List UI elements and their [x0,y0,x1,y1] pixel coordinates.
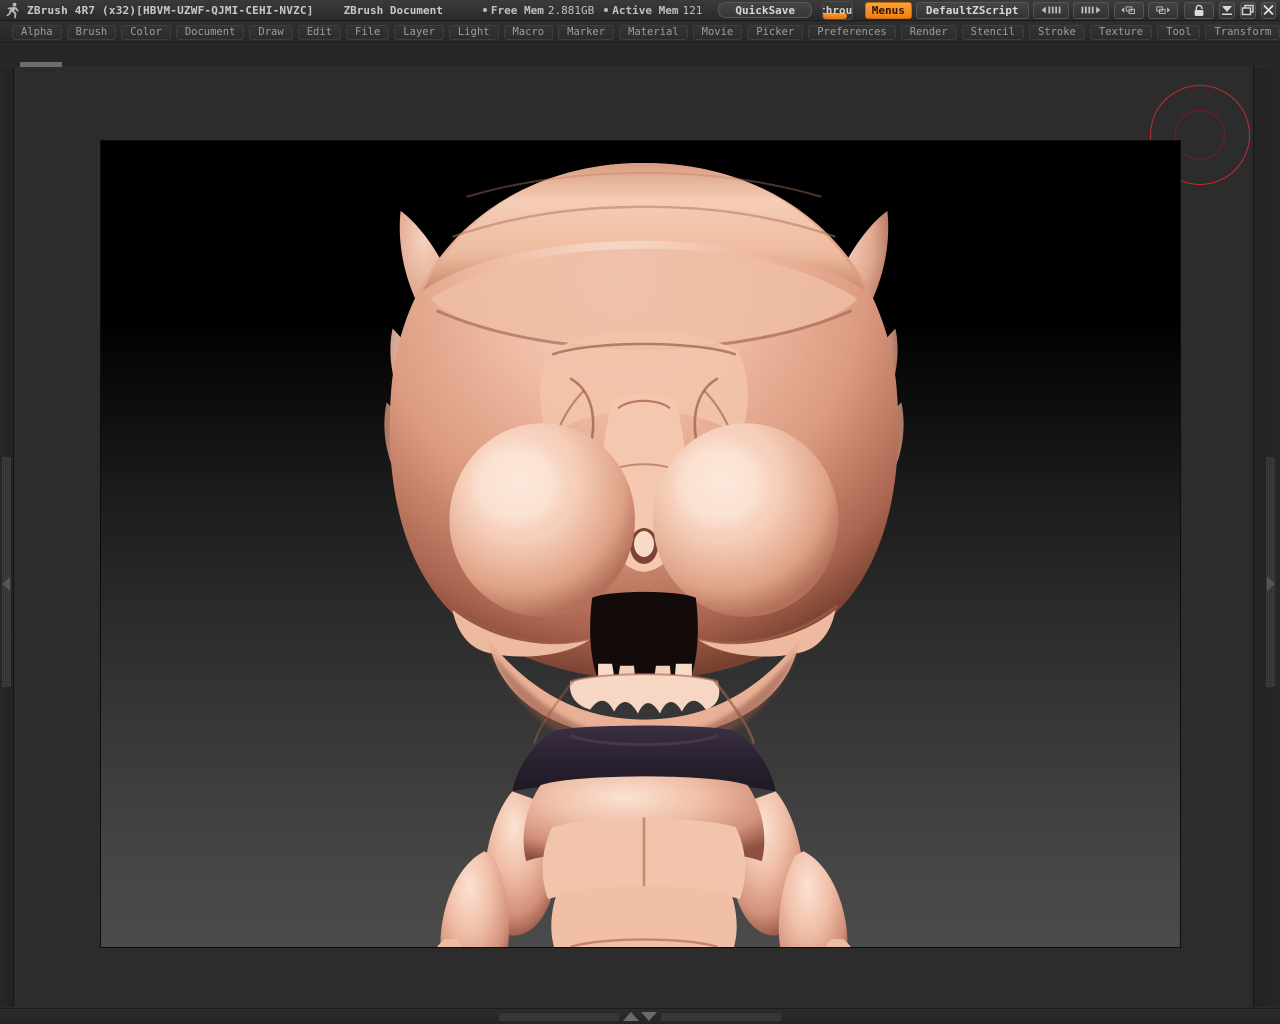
free-mem-bullet-icon [482,8,487,12]
menu-item-marker[interactable]: Marker [558,24,615,40]
menu-item-render[interactable]: Render [900,24,957,40]
right-eye-highlight [674,445,763,526]
toolbar-strip [0,44,1280,66]
zbrush-runner-icon [3,1,25,20]
active-mem-bullet-icon [604,8,609,12]
scroll-left-icon[interactable] [1032,1,1069,19]
scroll-right-icon[interactable] [1072,1,1109,19]
menu-item-stroke[interactable]: Stroke [1028,24,1085,40]
menu-item-movie[interactable]: Movie [692,24,743,40]
quicksave-button[interactable]: QuickSave [718,2,812,18]
bottom-scroll-track-left[interactable] [499,1012,619,1021]
tray-collapse-left-icon[interactable] [2,577,10,591]
menu-item-light[interactable]: Light [448,24,499,40]
brush-focal-shift-ring [1175,110,1225,160]
menu-item-alpha[interactable]: Alpha [12,24,62,40]
menu-item-preferences[interactable]: Preferences [808,24,896,40]
application-title: ZBrush 4R7 (x32)[HBVM-UZWF-QJMI-CEHI-NVZ… [27,3,314,17]
canvas-work-area[interactable]: www.cgmol.com [15,67,1252,1007]
document-title: ZBrush Document [343,3,443,17]
memory-status-group: Free Mem 2.881GB Active Mem 121 [482,3,703,17]
scroll-up-icon[interactable] [623,1012,639,1021]
menu-item-edit[interactable]: Edit [297,24,341,40]
menu-item-color[interactable]: Color [121,24,171,40]
zbrush-canvas[interactable] [100,140,1181,948]
menu-item-draw[interactable]: Draw [249,24,293,40]
close-icon[interactable] [1261,1,1277,19]
abdomen-upper [551,886,737,947]
free-mem-label: Free Mem [490,3,544,17]
zbrush-application-window: ZBrush 4R7 (x32)[HBVM-UZWF-QJMI-CEHI-NVZ… [0,0,1280,1024]
title-bar: ZBrush 4R7 (x32)[HBVM-UZWF-QJMI-CEHI-NVZ… [0,0,1280,21]
tray-collapse-right-icon[interactable] [1267,577,1275,591]
menus-toggle-button[interactable]: Menus [864,1,912,19]
scroll-down-icon[interactable] [641,1012,657,1021]
lock-icon[interactable] [1184,1,1215,19]
left-eyeball [449,423,636,617]
lower-jaw-teeth [569,674,720,714]
main-menu-bar: Alpha Brush Color Document Draw Edit Fil… [0,22,1280,43]
active-mem-label: Active Mem [612,3,679,17]
menu-item-texture[interactable]: Texture [1089,24,1153,40]
left-tray[interactable] [0,67,14,1007]
sculpted-model-render [384,162,904,947]
menu-item-material[interactable]: Material [619,24,688,40]
zscript-name-label[interactable]: DefaultZScript [915,1,1029,19]
menu-item-file[interactable]: File [346,24,390,40]
right-eyeball [652,423,839,617]
right-tray-track[interactable] [1266,457,1275,687]
bottom-scroll-arrows[interactable] [623,1012,657,1021]
bottom-scroll-track-right[interactable] [661,1012,781,1021]
bottom-status-bar [0,1008,1280,1024]
see-through-slider[interactable]: See-through 0 [821,0,853,20]
menu-item-layer[interactable]: Layer [394,24,444,40]
active-mem-value: 121 [682,3,703,17]
menu-item-brush[interactable]: Brush [66,24,117,40]
menu-item-picker[interactable]: Picker [747,24,804,40]
menu-item-document[interactable]: Document [175,24,245,40]
left-tray-track[interactable] [2,457,11,687]
menu-item-stencil[interactable]: Stencil [961,24,1024,40]
right-tray[interactable] [1253,67,1280,1007]
minimize-icon[interactable] [1219,1,1236,19]
left-eye-highlight [471,445,560,526]
next-item-icon[interactable] [1148,1,1179,19]
nasal-aperture-inner [634,531,654,557]
prev-item-icon[interactable] [1114,1,1145,19]
see-through-label: See-through [823,3,853,17]
menu-item-macro[interactable]: Macro [503,24,554,40]
restore-icon[interactable] [1240,1,1257,19]
free-mem-value: 2.881GB [547,3,595,17]
menu-item-transform[interactable]: Transform [1205,24,1280,40]
menu-item-tool[interactable]: Tool [1157,24,1201,40]
